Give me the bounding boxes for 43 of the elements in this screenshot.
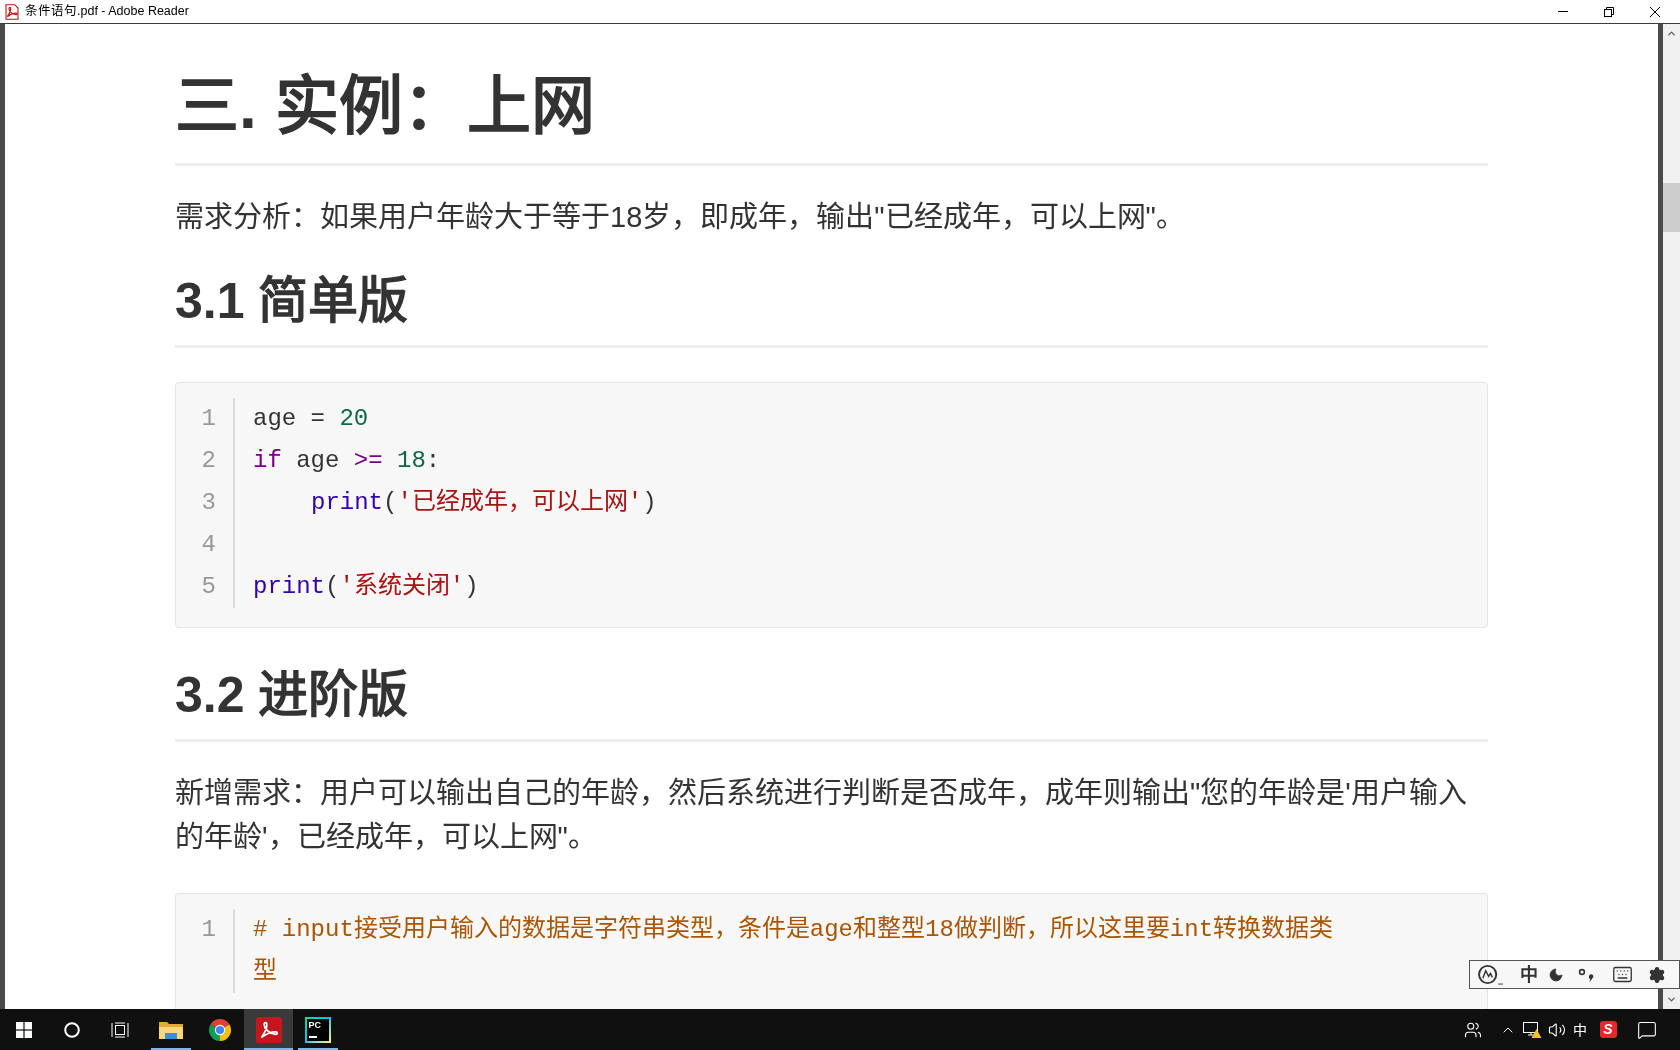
code-line: age = 20 (253, 404, 369, 434)
window-title: 条件语句.pdf - Adobe Reader (25, 5, 189, 18)
ime-badge[interactable]: S (1599, 1021, 1617, 1038)
line-number: 5 (201, 572, 216, 602)
windows-logo-icon[interactable] (16, 1021, 32, 1038)
browser-icon (207, 1017, 232, 1042)
heading: 3.2 进阶版 (175, 666, 409, 725)
stacked-windows-icon[interactable] (111, 1021, 129, 1038)
line-number: 1 (201, 915, 216, 945)
scrollbar-thumb[interactable] (1663, 183, 1680, 232)
code-line: if age >= 18: (253, 446, 441, 476)
scrollbar[interactable] (1663, 24, 1680, 1009)
scroll-down-icon[interactable] (1666, 994, 1677, 1005)
network-warning-icon[interactable] (1522, 1020, 1542, 1039)
code-line: print('已经成年，可以上网') (311, 487, 657, 518)
restore-icon[interactable] (1604, 6, 1614, 17)
taskbar-button[interactable] (244, 1009, 293, 1050)
settings-icon[interactable] (1648, 965, 1666, 984)
punctuation-icon[interactable] (1578, 967, 1594, 982)
line-number: 4 (201, 530, 216, 560)
heading: 三. 实例：上网 (175, 69, 595, 144)
volume-icon[interactable] (1547, 1020, 1566, 1039)
heading: 3.1 简单版 (175, 272, 409, 331)
input-mode-indicator[interactable]: 中 (1573, 1022, 1587, 1037)
round-logo-icon[interactable] (1477, 964, 1504, 985)
line-number: 3 (201, 488, 216, 518)
app-logo: PC (304, 1016, 331, 1043)
paragraph: 新增需求：用户可以输出自己的年龄，然后系统进行判断是否成年，成年则输出"您的年龄是'用户输入的年龄'，已经成年，可以上网"。 (175, 776, 1468, 855)
code-line: print('系统关闭') (253, 571, 479, 602)
scroll-up-icon[interactable] (1666, 28, 1677, 39)
pdf-icon (4, 3, 20, 20)
input-mode-toggle[interactable]: 中 (1520, 965, 1538, 984)
moon-icon[interactable] (1548, 966, 1564, 983)
line-number: 2 (201, 446, 216, 476)
notification-icon[interactable] (1637, 1019, 1657, 1040)
circle-icon[interactable] (64, 1021, 80, 1038)
paragraph: 需求分析：如果用户年龄大于等于18岁，即成年，输出"已经成年，可以上网"。 (175, 200, 1185, 235)
people-icon[interactable] (1464, 1020, 1482, 1039)
line-number: 1 (201, 404, 216, 434)
close-icon[interactable] (1650, 6, 1660, 17)
keyboard-icon[interactable] (1612, 964, 1633, 985)
code-line: # input接受用户输入的数据是字符串类型，条件是age和整型18做判断，所以这里要int转换数据类型 (253, 914, 1335, 987)
pdf-icon (255, 1016, 282, 1043)
